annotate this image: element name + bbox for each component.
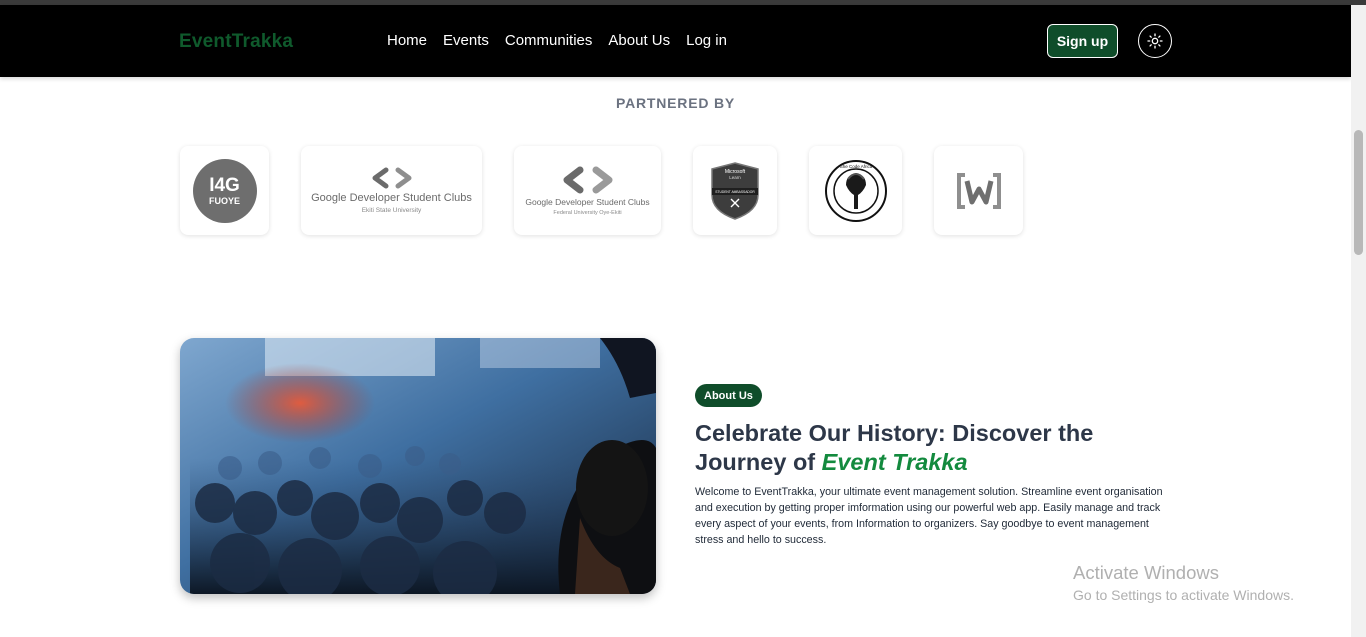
nav-link-home[interactable]: Home bbox=[387, 32, 427, 49]
ms-shield-text-ambassador: STUDENT AMBASSADOR bbox=[715, 190, 755, 194]
gdsc-fuoye-title: Google Developer Student Clubs bbox=[525, 196, 650, 207]
about-us-badge: About Us bbox=[695, 384, 762, 407]
nav-link-communities[interactable]: Communities bbox=[505, 32, 593, 49]
i4g-logo-text: I4G bbox=[209, 174, 240, 196]
partnered-by-heading: PARTNERED BY bbox=[615, 95, 736, 111]
partner-logo-w bbox=[934, 146, 1023, 235]
gdsc-brackets-icon bbox=[372, 167, 411, 189]
about-heading-accent: Event Trakka bbox=[821, 449, 968, 475]
theme-toggle-button[interactable] bbox=[1138, 24, 1172, 58]
partner-logo-gdsc-eksu: Google Developer Student Clubs Ekiti Sta… bbox=[301, 146, 482, 235]
about-description: Welcome to EventTrakka, your ultimate ev… bbox=[695, 486, 1163, 546]
partner-logo-i4g: I4G FUOYE bbox=[180, 146, 269, 235]
ms-shield-text-learn: Learn bbox=[729, 175, 741, 180]
page-scrollbar[interactable] bbox=[1351, 5, 1366, 637]
she-code-africa-seal-icon: She Code Africa bbox=[824, 159, 887, 222]
gdsc-fuoye-subtitle: Federal University Oye-Ekiti bbox=[553, 209, 622, 216]
partner-logo-she-code-africa: She Code Africa bbox=[809, 146, 902, 235]
windows-activation-watermark-subtitle: Go to Settings to activate Windows. bbox=[1073, 587, 1294, 603]
she-code-africa-seal-text: She Code Africa bbox=[839, 164, 872, 169]
gdsc-eksu-title: Google Developer Student Clubs bbox=[311, 192, 472, 204]
about-heading: Celebrate Our History: Discover the Jour… bbox=[695, 419, 1135, 477]
i4g-logo-subtext: FUOYE bbox=[208, 195, 240, 206]
nav-menu: Home Events Communities About Us Log in bbox=[387, 32, 727, 49]
about-conference-photo bbox=[180, 338, 656, 594]
windows-activation-watermark-title: Activate Windows bbox=[1073, 562, 1219, 583]
scrollbar-thumb[interactable] bbox=[1354, 130, 1363, 255]
microsoft-student-ambassador-shield-icon: Microsoft Learn STUDENT AMBASSADOR bbox=[711, 161, 759, 220]
gdsc-eksu-subtitle: Ekiti State University bbox=[361, 207, 422, 214]
site-logo[interactable]: EventTrakka bbox=[179, 31, 293, 53]
partner-logo-microsoft-learn: Microsoft Learn STUDENT AMBASSADOR bbox=[693, 146, 777, 235]
gdsc-brackets-icon bbox=[563, 166, 612, 193]
top-navbar: EventTrakka Home Events Communities Abou… bbox=[0, 5, 1351, 77]
nav-link-about-us[interactable]: About Us bbox=[608, 32, 670, 49]
nav-link-login[interactable]: Log in bbox=[686, 32, 727, 49]
w-bracket-logo-icon bbox=[956, 172, 1001, 209]
nav-link-events[interactable]: Events bbox=[443, 32, 489, 49]
i4g-logo: I4G FUOYE bbox=[192, 158, 257, 223]
partner-logo-gdsc-fuoye: Google Developer Student Clubs Federal U… bbox=[514, 146, 661, 235]
sun-icon bbox=[1147, 33, 1163, 49]
signup-button[interactable]: Sign up bbox=[1047, 24, 1118, 58]
